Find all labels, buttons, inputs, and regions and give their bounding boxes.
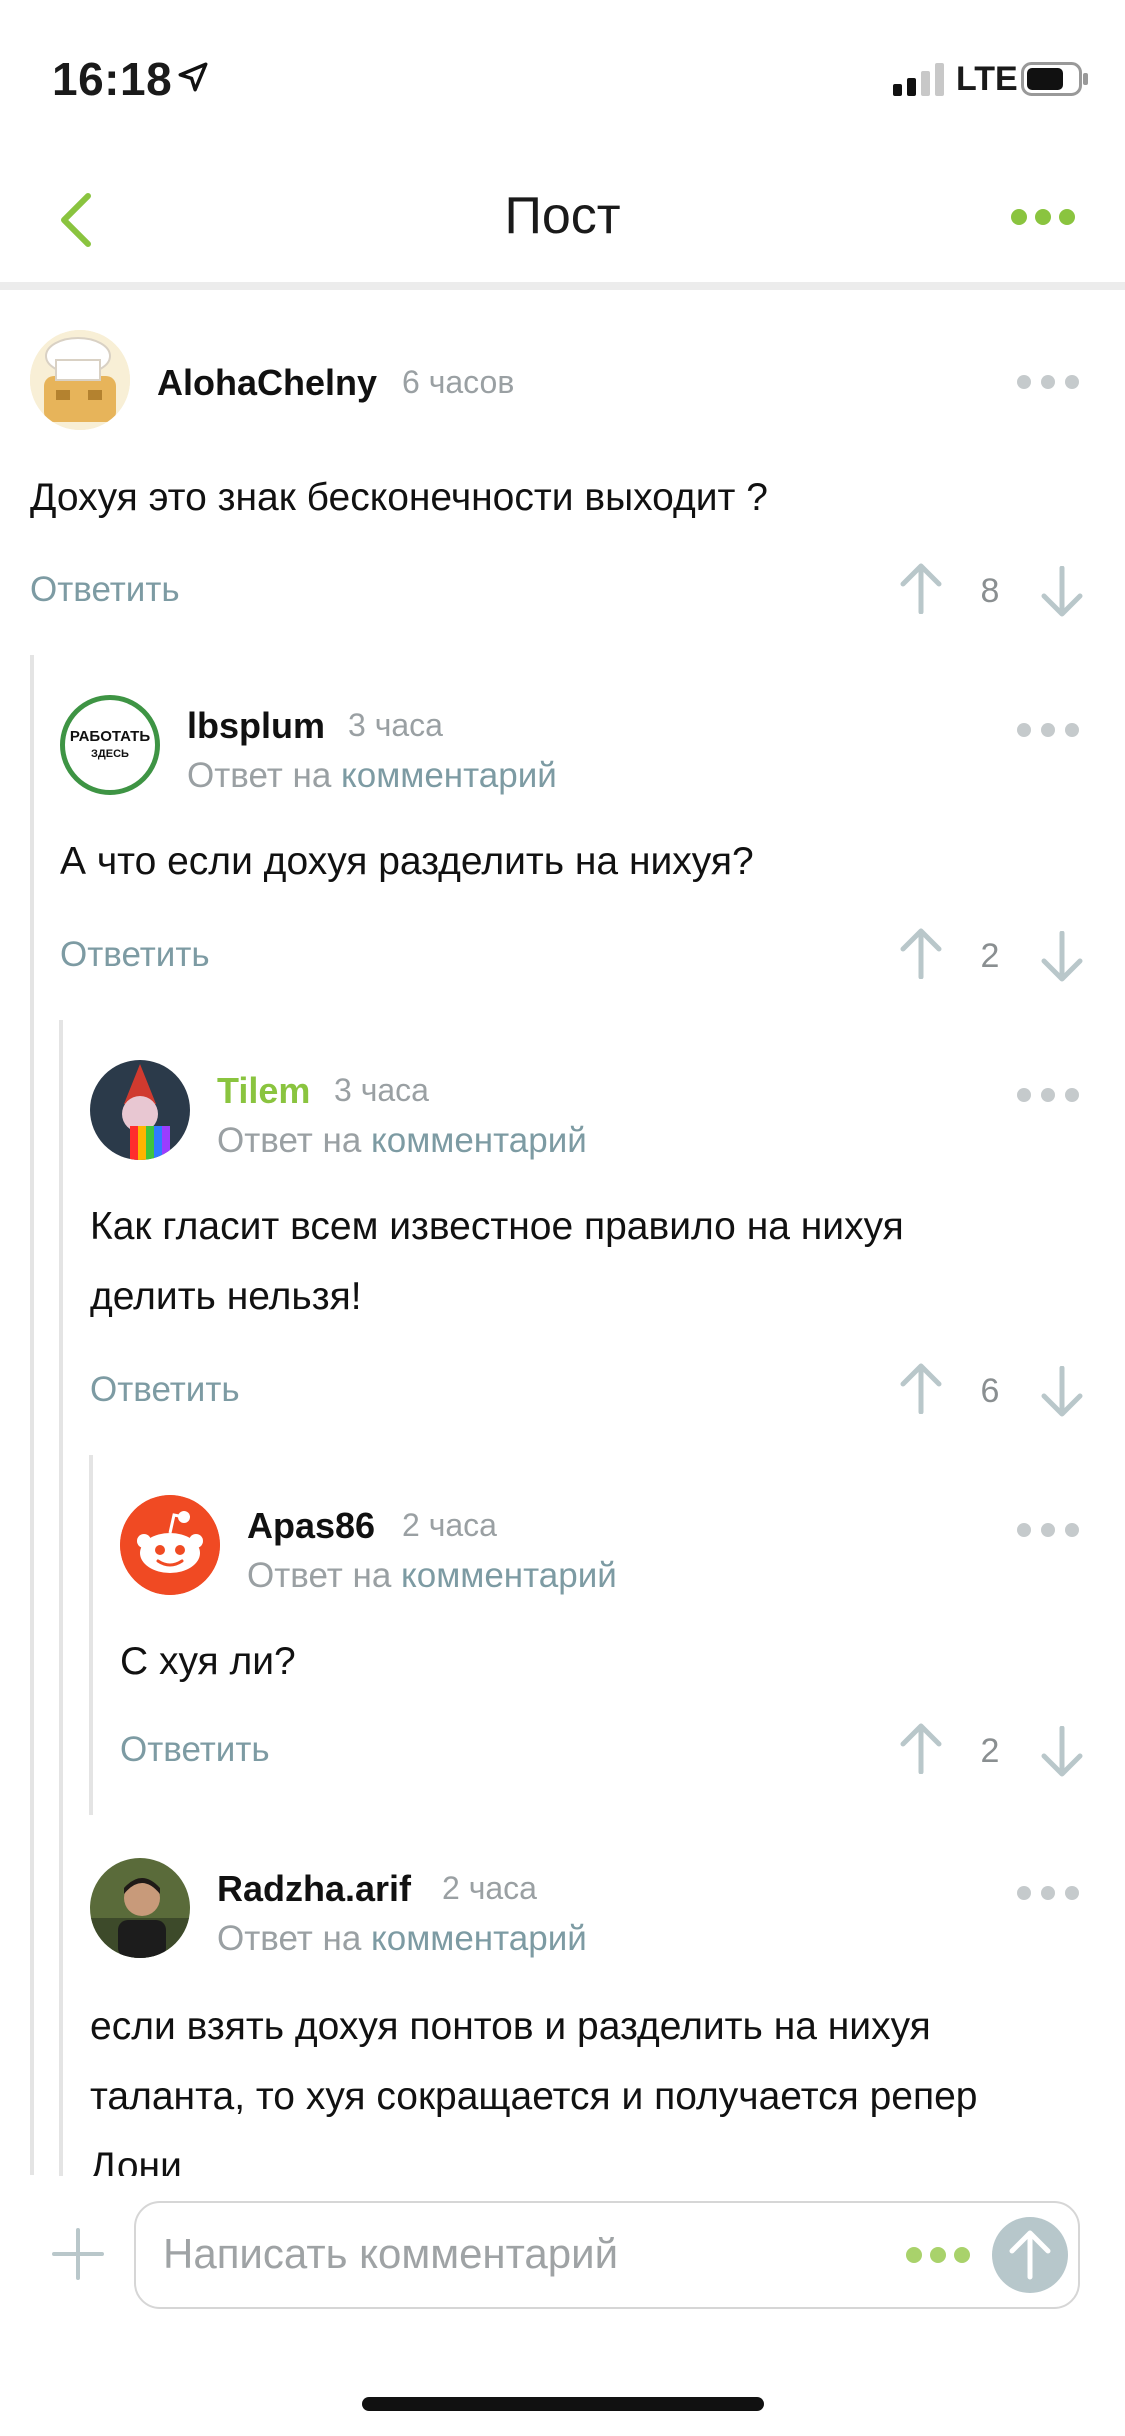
- more-dots-icon[interactable]: [1010, 208, 1076, 226]
- more-dots-icon[interactable]: [1016, 722, 1080, 738]
- avatar-text: ЗДЕСЬ: [91, 748, 129, 760]
- reply-button[interactable]: Ответить: [30, 570, 180, 610]
- username[interactable]: Tilem: [217, 1070, 310, 1112]
- comment-text-line: Дони: [90, 2145, 182, 2176]
- reddit-alien-icon: [120, 1495, 220, 1595]
- comment-apas86: Apas86 2 часа Ответ на комментарий С хуя…: [0, 1495, 1125, 1795]
- signal-icon: [893, 63, 944, 96]
- comment-time: 3 часа: [348, 707, 443, 743]
- more-dots-icon[interactable]: [906, 2246, 970, 2264]
- reply-to-prefix: Ответ на: [187, 756, 332, 795]
- upvote-arrow-icon[interactable]: [899, 562, 943, 614]
- comment-text-line: делить нельзя!: [90, 1275, 362, 1318]
- send-arrow-icon: [1009, 2230, 1051, 2280]
- avatar[interactable]: [90, 1858, 190, 1958]
- page-title: Пост: [504, 187, 621, 245]
- more-dots-icon[interactable]: [1016, 374, 1080, 390]
- home-indicator: [362, 2397, 764, 2411]
- username[interactable]: lbsplum: [187, 705, 325, 747]
- username[interactable]: Radzha.arif: [217, 1868, 411, 1910]
- reply-to-link[interactable]: комментарий: [371, 1121, 587, 1160]
- comment-text-line: если взять дохуя понтов и разделить на н…: [90, 2005, 931, 2048]
- comment-text-line: Как гласит всем известное правило на них…: [90, 1205, 904, 1248]
- score: 2: [980, 1732, 1000, 1770]
- comment-alohachelny: AlohaChelny 6 часов Дохуя это знак беско…: [0, 330, 1125, 640]
- more-dots-icon[interactable]: [1016, 1522, 1080, 1538]
- upvote-arrow-icon[interactable]: [899, 927, 943, 979]
- avatar[interactable]: [120, 1495, 220, 1595]
- comment-time: 6 часов: [402, 364, 515, 400]
- avatar-text: РАБОТАТЬ: [69, 728, 151, 745]
- score: 8: [980, 572, 1000, 610]
- battery-icon: [1021, 62, 1088, 96]
- avatar-image: [90, 1060, 190, 1160]
- comment-radzha-arif: Radzha.arif 2 часа Ответ на комментарий …: [0, 1858, 1125, 2176]
- reply-button[interactable]: Ответить: [120, 1730, 270, 1770]
- username[interactable]: Apas86: [247, 1505, 375, 1547]
- comment-tilem: Tilem 3 часа Ответ на комментарий Как гл…: [0, 1060, 1125, 1430]
- downvote-arrow-icon[interactable]: [1040, 931, 1084, 983]
- reply-to: Ответ на комментарий: [247, 1556, 617, 1596]
- score: 2: [980, 937, 1000, 975]
- nav-divider: [0, 282, 1125, 290]
- comment-text: Дохуя это знак бесконечности выходит ?: [30, 476, 768, 519]
- downvote-arrow-icon[interactable]: [1040, 1366, 1084, 1418]
- reply-to: Ответ на комментарий: [217, 1919, 587, 1959]
- reply-to-prefix: Ответ на: [217, 1121, 362, 1160]
- send-button[interactable]: [992, 2217, 1068, 2293]
- comment-time: 3 часа: [334, 1072, 429, 1108]
- avatar[interactable]: [30, 330, 130, 430]
- comment-text-line: таланта, то хуя сокращается и получается…: [90, 2075, 978, 2118]
- reply-button[interactable]: Ответить: [90, 1370, 240, 1410]
- reply-to: Ответ на комментарий: [187, 756, 557, 796]
- reply-to-link[interactable]: комментарий: [371, 1919, 587, 1958]
- downvote-arrow-icon[interactable]: [1040, 566, 1084, 618]
- reply-to: Ответ на комментарий: [217, 1121, 587, 1161]
- network-label: LTE: [956, 60, 1018, 98]
- avatar[interactable]: [90, 1060, 190, 1160]
- reply-button[interactable]: Ответить: [60, 935, 210, 975]
- avatar-image: [90, 1858, 190, 1958]
- more-dots-icon[interactable]: [1016, 1885, 1080, 1901]
- comment-time: 2 часа: [442, 1870, 537, 1906]
- reply-to-prefix: Ответ на: [247, 1556, 392, 1595]
- comment-input-placeholder: Написать комментарий: [163, 2230, 619, 2277]
- avatar-image: [30, 330, 130, 430]
- comment-text: А что если дохуя разделить на нихуя?: [60, 840, 754, 883]
- username[interactable]: AlohaChelny: [157, 362, 377, 404]
- comment-time: 2 часа: [402, 1507, 497, 1543]
- reply-to-prefix: Ответ на: [217, 1919, 362, 1958]
- location-arrow-icon: [178, 62, 208, 92]
- reply-to-link[interactable]: комментарий: [401, 1556, 617, 1595]
- upvote-arrow-icon[interactable]: [899, 1362, 943, 1414]
- status-time: 16:18: [52, 53, 173, 105]
- more-dots-icon[interactable]: [1016, 1087, 1080, 1103]
- comment-text: С хуя ли?: [120, 1640, 296, 1683]
- comment-lbsplum: РАБОТАТЬ ЗДЕСЬ lbsplum 3 часа Ответ на к…: [0, 695, 1125, 995]
- downvote-arrow-icon[interactable]: [1040, 1726, 1084, 1778]
- avatar[interactable]: РАБОТАТЬ ЗДЕСЬ: [60, 695, 160, 795]
- score: 6: [980, 1372, 1000, 1410]
- upvote-arrow-icon[interactable]: [899, 1722, 943, 1774]
- reply-to-link[interactable]: комментарий: [341, 756, 557, 795]
- plus-icon[interactable]: [52, 2228, 104, 2280]
